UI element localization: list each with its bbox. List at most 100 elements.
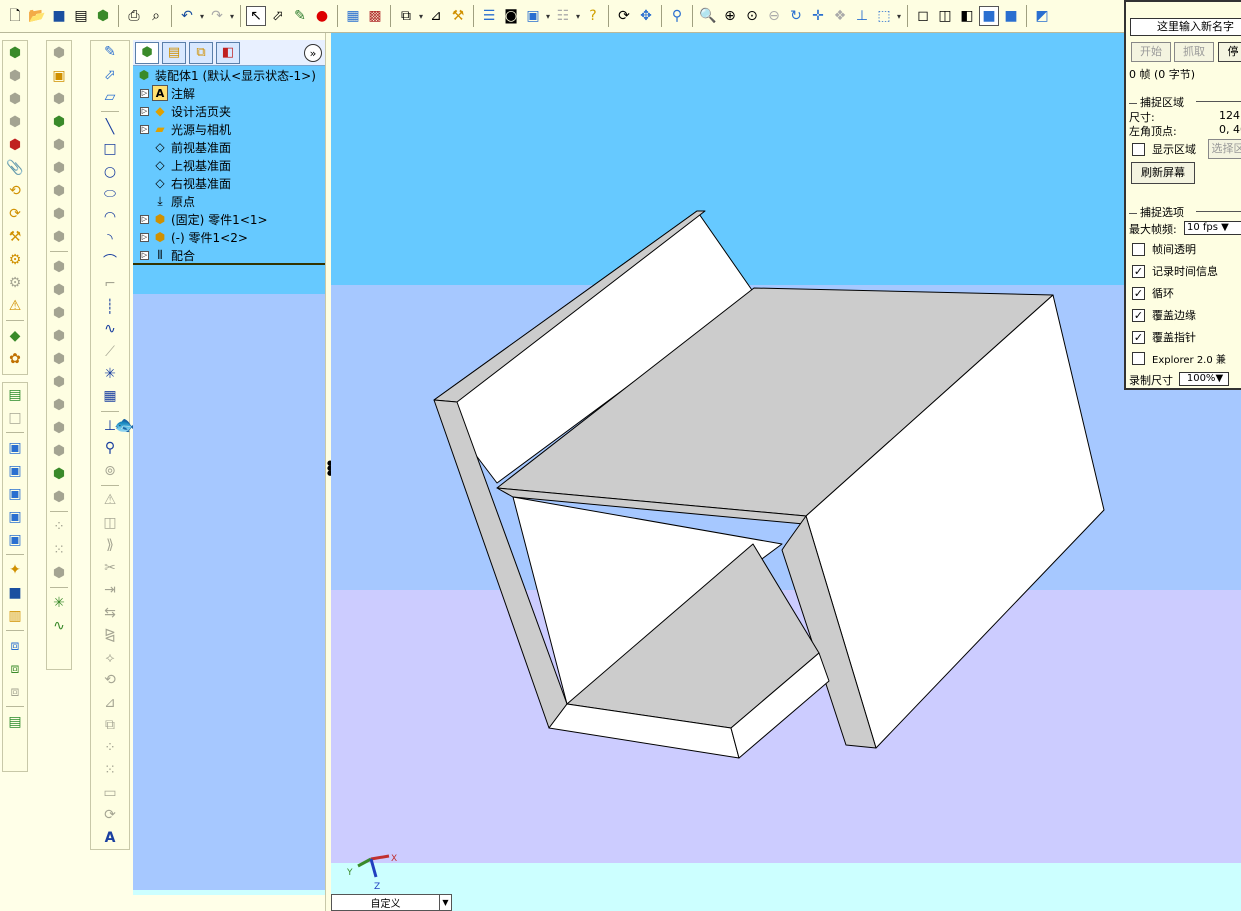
shaded-edges-icon[interactable]: ■ (979, 6, 999, 26)
shell-icon[interactable]: ⬢ (48, 302, 70, 324)
chevron-down-icon[interactable]: ▾ (895, 12, 903, 21)
tree-item-front-plane[interactable]: ◇ 前视基准面 (152, 138, 231, 156)
record-size-select[interactable]: 100%▼ (1179, 372, 1229, 386)
zoom-previous-icon[interactable]: ⊖ (764, 6, 784, 26)
edit-component-icon[interactable]: ⬢ (4, 111, 26, 133)
options-icon[interactable]: ⬢ (93, 6, 113, 26)
section-view-icon[interactable]: ◩ (1032, 6, 1052, 26)
rotate-component-icon[interactable]: ⟳ (4, 203, 26, 225)
explode-line-icon[interactable]: ⚙ (4, 272, 26, 294)
expand-icon[interactable]: ▷ (140, 250, 149, 260)
database-icon[interactable]: ▥ (4, 605, 26, 627)
checkmark-icon[interactable]: ✓ (1132, 330, 1145, 344)
explorer-compat-checkbox[interactable]: Explorer 2.0 兼 (1132, 351, 1226, 366)
perspective-icon[interactable]: ■ (1001, 6, 1021, 26)
record-time-checkbox[interactable]: ✓ 记录时间信息 (1132, 263, 1218, 279)
rotate-entities-icon[interactable]: ⟲ (99, 670, 121, 691)
toolbox-icon[interactable]: ⧈ (4, 635, 26, 657)
cavity-icon[interactable]: ⬢ (48, 486, 70, 508)
redo-icon[interactable]: ↷ (207, 6, 227, 26)
reference-point-icon[interactable]: ✳ (48, 592, 70, 614)
image-icon[interactable]: ▣ (4, 437, 26, 459)
scale-entities-icon[interactable]: ⊿ (99, 692, 121, 713)
tree-item-mates[interactable]: ▷ ⫴ 配合 (140, 246, 195, 264)
rotate-view-icon[interactable]: ⟳ (614, 6, 634, 26)
tree-end-rollback-bar[interactable] (133, 263, 325, 265)
copy-entities-icon[interactable]: ⧉ (99, 715, 121, 736)
point-line-icon[interactable]: ⟋ (99, 341, 121, 362)
brick-wall-icon[interactable]: ▩ (365, 6, 385, 26)
view-orientation-icon[interactable]: ⧉ (396, 6, 416, 26)
disk-icon[interactable]: ■ (4, 582, 26, 604)
help-icon[interactable]: ? (583, 6, 603, 26)
tree-item-right-plane[interactable]: ◇ 右视基准面 (152, 174, 231, 192)
linear-sketch-pattern-icon[interactable]: ⁘ (99, 737, 121, 758)
warning-icon[interactable]: ⚠ (99, 490, 121, 511)
traffic-light-icon[interactable]: ● (312, 6, 332, 26)
dome-icon[interactable]: ⬢ (48, 371, 70, 393)
frame-transparent-checkbox[interactable]: 帧间透明 (1132, 241, 1196, 257)
measure-icon[interactable]: ⊿ (426, 6, 446, 26)
open-folder-icon[interactable]: 📂 (27, 6, 47, 26)
curve-icon[interactable]: ∿ (48, 615, 70, 637)
image-icon[interactable]: ▣ (4, 506, 26, 528)
split-icon[interactable]: ⇆ (99, 602, 121, 623)
paperclip-icon[interactable]: 📎 (4, 157, 26, 179)
block-icon[interactable]: ▭ (99, 782, 121, 803)
rotate-icon[interactable]: ↻ (786, 6, 806, 26)
expand-icon[interactable]: ▷ (140, 88, 149, 98)
simulation-icon[interactable]: ◆ (4, 325, 26, 347)
ruler-icon[interactable]: ▱ (99, 86, 121, 107)
three-point-arc-icon[interactable]: ⌒ (99, 251, 121, 272)
smart-fastener-icon[interactable]: ⚒ (4, 226, 26, 248)
line-icon[interactable]: ╲ (99, 116, 121, 137)
offset-entities-icon[interactable]: ⟫ (99, 535, 121, 556)
rectangle-icon[interactable]: □ (99, 138, 121, 159)
hole-icon[interactable]: ⬢ (48, 348, 70, 370)
chevron-down-icon[interactable]: ▼ (439, 895, 451, 910)
move-entities-icon[interactable]: ⟡ (99, 647, 121, 668)
graphics-viewport[interactable]: X Y Z (331, 33, 1241, 911)
toolbox-icon[interactable]: ⧈ (4, 658, 26, 680)
checkbox-box[interactable] (1132, 352, 1145, 365)
zoom-print-icon[interactable]: ⌕ (146, 6, 166, 26)
print-preview-icon[interactable]: ▤ (71, 6, 91, 26)
circular-sketch-pattern-icon[interactable]: ⁙ (99, 759, 121, 780)
hide-show-icon[interactable]: ⬢ (4, 65, 26, 87)
normal-to-icon[interactable]: ⊥ (852, 6, 872, 26)
extruded-cut-icon[interactable]: ⬢ (48, 134, 70, 156)
expand-icon[interactable]: ▷ (140, 232, 149, 242)
toolbox-icon[interactable]: ⧈ (4, 681, 26, 703)
tree-item-lights-cameras[interactable]: ▷ ▰ 光源与相机 (140, 120, 231, 138)
sketch-select-icon[interactable]: ⬀ (268, 6, 288, 26)
checkmark-icon[interactable]: ✓ (1132, 264, 1145, 278)
circular-pattern-icon[interactable]: ⁙ (48, 539, 70, 561)
select-area-button[interactable]: 选择区 (1208, 139, 1241, 159)
viewport-scene[interactable]: X Y Z (331, 33, 1241, 911)
image-icon[interactable]: ▣ (4, 529, 26, 551)
configuration-tab[interactable]: ⧉ (189, 41, 213, 64)
tree-item-assembly[interactable]: ⬢ 装配体1 (默认<显示状态-1>) (136, 66, 316, 84)
sketch-icon[interactable]: ✎ (99, 42, 121, 63)
chamfer-icon[interactable]: ⬢ (48, 256, 70, 278)
image-icon[interactable]: ▣ (4, 483, 26, 505)
select-cursor-icon[interactable]: ↖ (246, 6, 266, 26)
shaded-icon[interactable]: ◧ (957, 6, 977, 26)
fillet-sketch-icon[interactable]: ⌐ (99, 273, 121, 294)
draft-icon[interactable]: ⬢ (48, 325, 70, 347)
zoom-fit-icon[interactable]: 🔍 (698, 6, 718, 26)
shape-icon[interactable]: ⬢ (48, 394, 70, 416)
show-area-checkbox[interactable]: 显示区域 (1132, 141, 1196, 157)
checkbox-box[interactable] (1132, 242, 1145, 256)
display-relation-icon[interactable]: ⊚ (99, 460, 121, 481)
color-grid-icon[interactable]: ▦ (343, 6, 363, 26)
chevron-down-icon[interactable]: ▾ (417, 12, 425, 21)
circle-icon[interactable]: ○ (99, 161, 121, 182)
chevron-down-icon[interactable]: ▾ (574, 12, 582, 21)
explode-view-icon[interactable]: ⚙ (4, 249, 26, 271)
tree-item-annotations[interactable]: ▷ A 注解 (140, 84, 195, 102)
pan-icon[interactable]: ✥ (636, 6, 656, 26)
change-transparency-icon[interactable]: ⬢ (4, 88, 26, 110)
expand-icon[interactable]: ▷ (140, 214, 149, 224)
mirror-icon[interactable]: ⬢ (48, 562, 70, 584)
